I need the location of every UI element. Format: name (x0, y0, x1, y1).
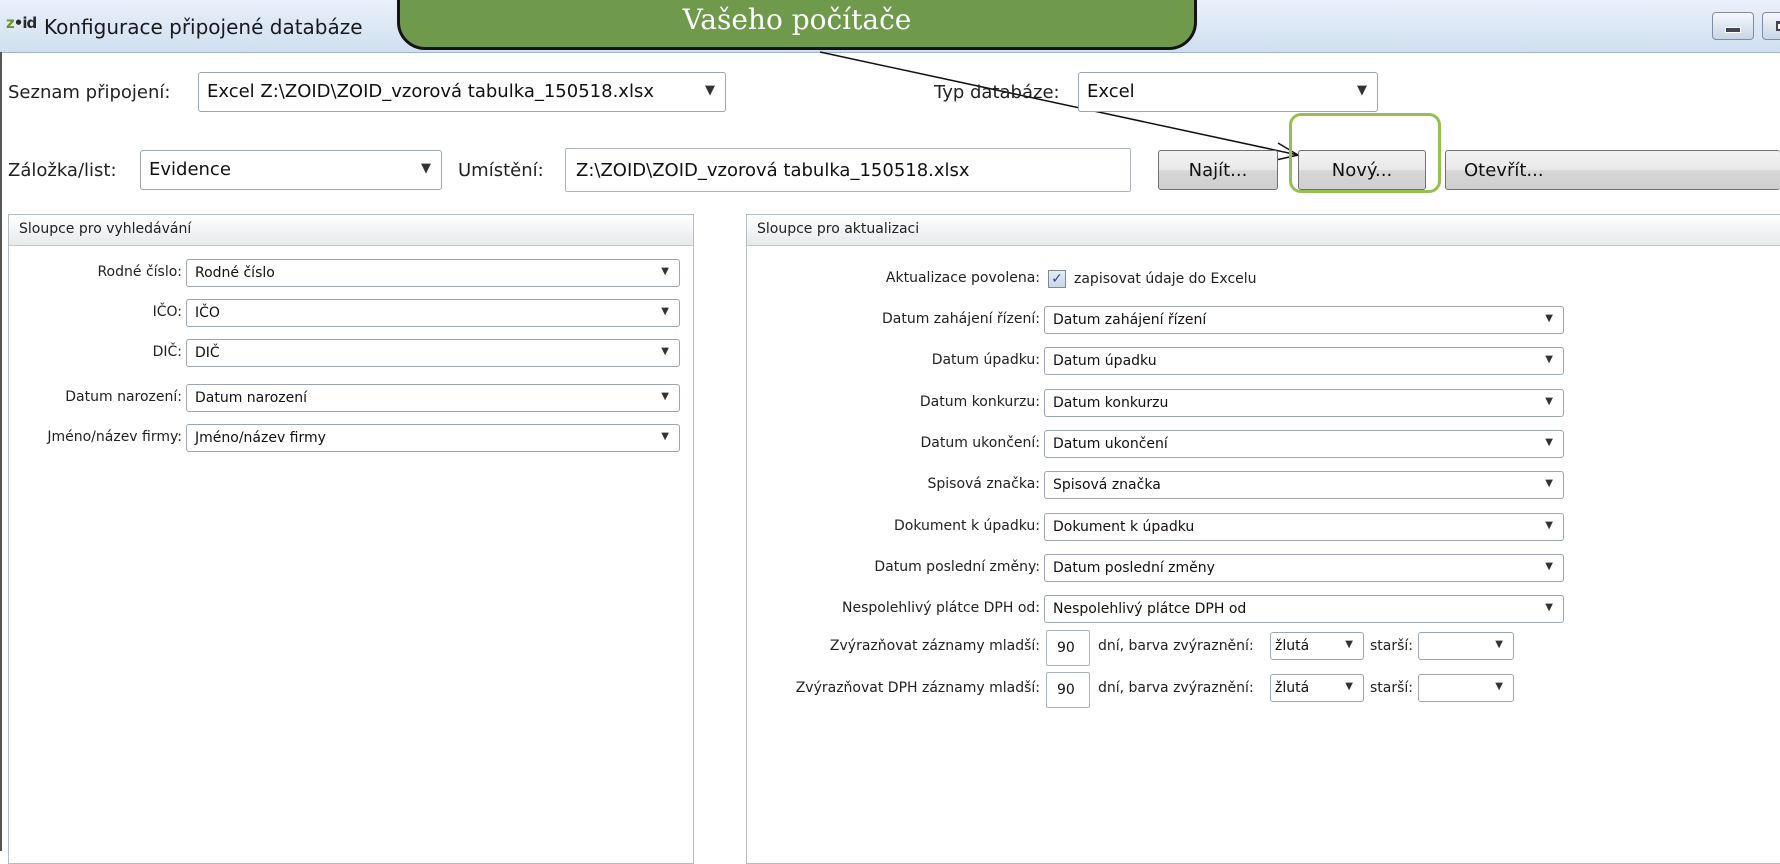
chevron-down-icon: ▼ (661, 431, 669, 442)
highlight-vat-days-text: dní, barva zvýraznění: (1098, 680, 1254, 696)
update-select-bankruptcy-date[interactable]: Datum konkurzu ▼ (1044, 389, 1564, 417)
db-type-label: Typ databáze: (934, 82, 1060, 103)
new-button-highlight (1289, 113, 1441, 193)
location-input[interactable]: Z:\ZOID\ZOID_vzorová tabulka_150518.xlsx (565, 148, 1131, 192)
search-select-birth-number[interactable]: Rodné číslo ▼ (186, 259, 680, 287)
chevron-down-icon: ▼ (1545, 396, 1553, 407)
search-label-name: Jméno/název firmy: (47, 429, 182, 445)
update-label-file-mark: Spisová značka: (927, 476, 1041, 492)
chevron-down-icon: ▼ (1545, 602, 1553, 613)
chevron-down-icon: ▼ (1545, 354, 1553, 365)
chevron-down-icon: ▼ (1545, 437, 1553, 448)
older-vat-label: starší: (1370, 680, 1414, 696)
sheet-label: Záložka/list: (8, 160, 117, 181)
update-label-document: Dokument k úpadku: (893, 518, 1040, 534)
update-enabled-label: Aktualizace povolena: (885, 270, 1040, 286)
update-label-bankruptcy-date: Datum konkurzu: (919, 394, 1040, 410)
older-label: starší: (1370, 638, 1414, 654)
search-select-dic[interactable]: DIČ ▼ (186, 339, 680, 367)
chevron-down-icon: ▼ (1545, 561, 1553, 572)
search-label-birth-date: Datum narození: (65, 389, 182, 405)
search-label-dic: DIČ: (152, 344, 182, 360)
search-label-birth-number: Rodné číslo: (97, 264, 182, 280)
chevron-down-icon: ▼ (661, 266, 669, 277)
older-vat-color-select[interactable]: ▼ (1418, 674, 1514, 702)
chevron-down-icon: ▼ (1345, 681, 1353, 692)
highlight-color-select[interactable]: žlutá ▼ (1270, 632, 1364, 660)
window-left-border (0, 52, 2, 851)
search-label-ico: IČO: (152, 304, 182, 320)
update-select-vat-unreliable[interactable]: Nespolehlivý plátce DPH od ▼ (1044, 595, 1564, 623)
open-button[interactable]: Otevřít... (1445, 150, 1780, 190)
search-columns-header: Sloupce pro vyhledávání (9, 215, 693, 246)
db-type-select[interactable]: Excel ▼ (1078, 72, 1378, 112)
older-color-select[interactable]: ▼ (1418, 632, 1514, 660)
update-select-start-date[interactable]: Datum zahájení řízení ▼ (1044, 306, 1564, 334)
chevron-down-icon: ▼ (1345, 639, 1353, 650)
chevron-down-icon: ▼ (1495, 681, 1503, 692)
location-label: Umístění: (458, 160, 544, 181)
search-select-birth-date[interactable]: Datum narození ▼ (186, 384, 680, 412)
chevron-down-icon: ▼ (1357, 83, 1367, 98)
chevron-down-icon: ▼ (1545, 520, 1553, 531)
search-select-ico[interactable]: IČO ▼ (186, 299, 680, 327)
update-enabled-text: zapisovat údaje do Excelu (1074, 271, 1257, 287)
update-label-last-change: Datum poslední změny: (874, 559, 1040, 575)
chevron-down-icon: ▼ (705, 83, 715, 98)
update-label-insolvency-date: Datum úpadku: (931, 352, 1040, 368)
chevron-down-icon: ▼ (421, 161, 431, 176)
highlight-days-text: dní, barva zvýraznění: (1098, 638, 1254, 654)
update-enabled-checkbox[interactable]: ✓ (1048, 270, 1066, 288)
highlight-records-label: Zvýrazňovat záznamy mladší: (829, 638, 1040, 654)
highlight-days-input[interactable]: 90 (1046, 630, 1090, 666)
chevron-down-icon: ▼ (661, 346, 669, 357)
highlight-vat-records-label: Zvýrazňovat DPH záznamy mladší: (795, 680, 1040, 696)
update-select-insolvency-date[interactable]: Datum úpadku ▼ (1044, 347, 1564, 375)
update-label-start-date: Datum zahájení řízení: (882, 311, 1040, 327)
search-select-name[interactable]: Jméno/název firmy ▼ (186, 424, 680, 452)
update-columns-header: Sloupce pro aktualizaci (747, 215, 1780, 246)
update-select-end-date[interactable]: Datum ukončení ▼ (1044, 430, 1564, 458)
find-button[interactable]: Najít... (1158, 150, 1278, 190)
connection-list-label: Seznam připojení: (8, 82, 171, 103)
sheet-select[interactable]: Evidence ▼ (140, 150, 442, 190)
chevron-down-icon: ▼ (1545, 478, 1553, 489)
update-label-end-date: Datum ukončení: (920, 435, 1040, 451)
highlight-vat-color-select[interactable]: žlutá ▼ (1270, 674, 1364, 702)
update-select-file-mark[interactable]: Spisová značka ▼ (1044, 471, 1564, 499)
update-select-last-change[interactable]: Datum poslední změny ▼ (1044, 554, 1564, 582)
highlight-vat-days-input[interactable]: 90 (1046, 672, 1090, 708)
chevron-down-icon: ▼ (661, 306, 669, 317)
chevron-down-icon: ▼ (661, 391, 669, 402)
update-select-document[interactable]: Dokument k úpadku ▼ (1044, 513, 1564, 541)
chevron-down-icon: ▼ (1545, 313, 1553, 324)
connection-list-select[interactable]: Excel Z:\ZOID\ZOID_vzorová tabulka_15051… (198, 72, 726, 112)
chevron-down-icon: ▼ (1495, 639, 1503, 650)
update-label-vat-unreliable: Nespolehlivý plátce DPH od: (842, 600, 1040, 616)
